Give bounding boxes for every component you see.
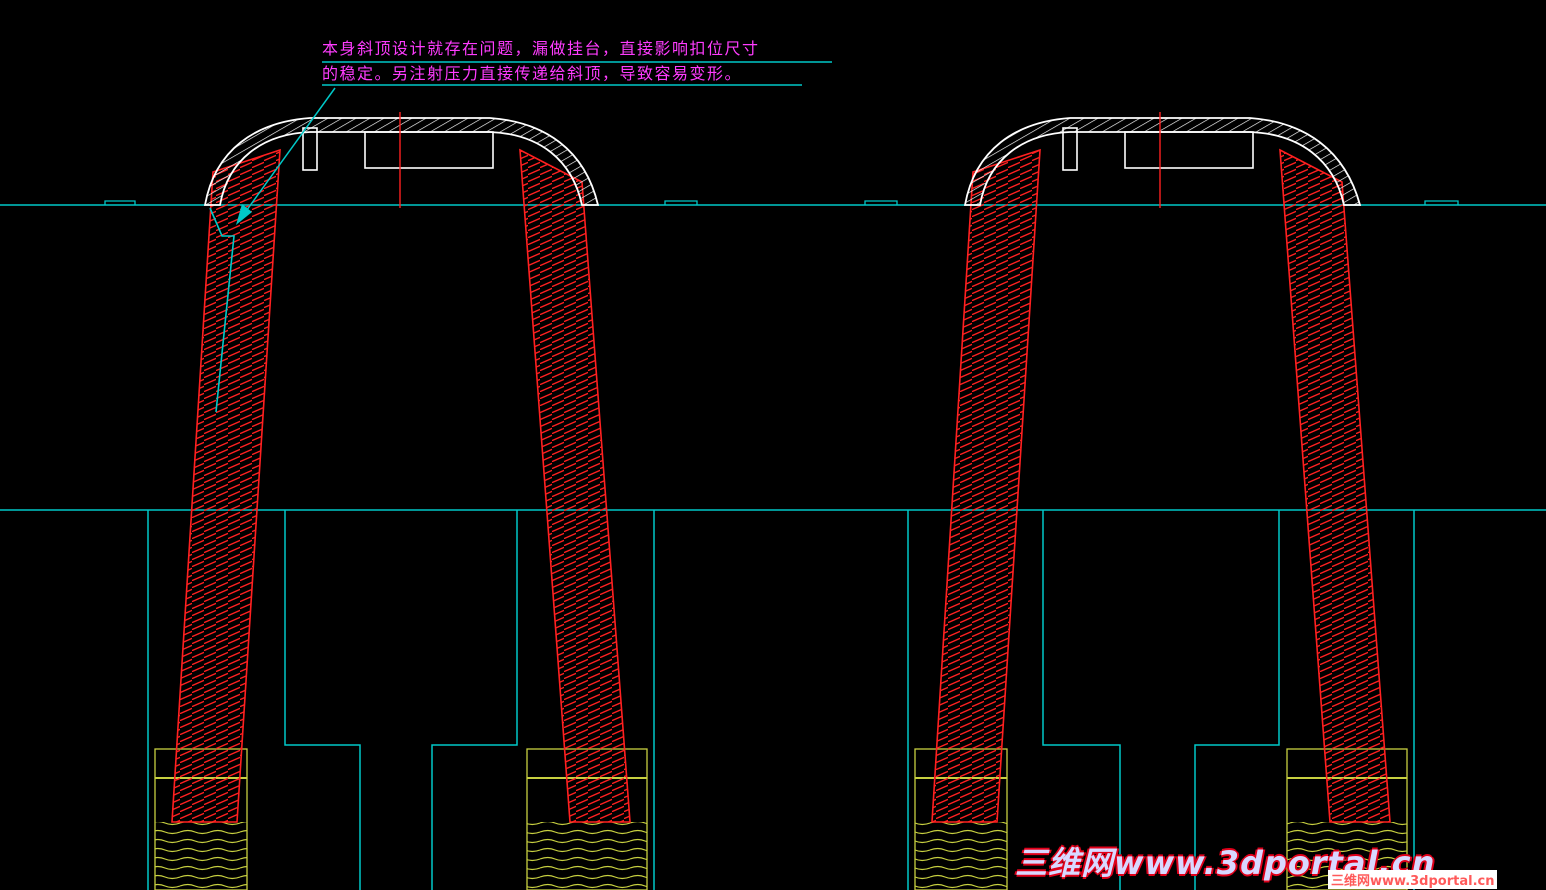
lifter-right-a [931,148,1041,823]
annotation-line-2: 的稳定。另注射压力直接传递给斜顶，导致容易变形。 [322,64,743,83]
cad-drawing [0,61,1546,890]
lifter-right-b [1279,148,1391,823]
watermark-small: 三维网www.3dportal.cn [1328,870,1498,889]
annotation-line-1: 本身斜顶设计就存在问题，漏做挂台，直接影响扣位尺寸 [322,39,760,58]
leader-line [243,87,336,215]
lifter-left-a [171,148,281,823]
lifter-left-b [519,148,631,823]
